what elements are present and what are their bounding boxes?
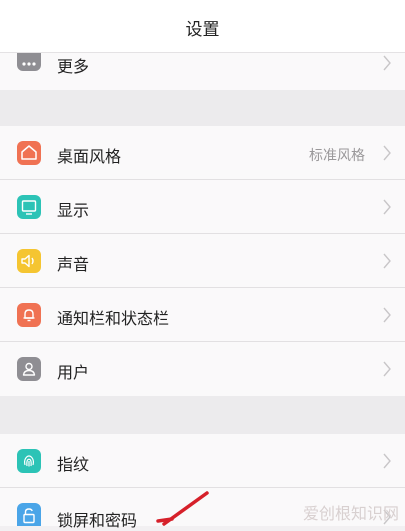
- settings-item-fingerprint[interactable]: 指纹: [0, 434, 405, 488]
- settings-item-value: 标准风格: [309, 148, 365, 164]
- settings-item-user[interactable]: 用户: [0, 342, 405, 396]
- settings-item-notification[interactable]: 通知栏和状态栏: [0, 288, 405, 342]
- fingerprint-icon: [17, 449, 41, 473]
- settings-item-sound[interactable]: 声音: [0, 234, 405, 288]
- top-bar: 设置: [0, 0, 405, 53]
- chevron-right-icon: [381, 54, 393, 72]
- chevron-right-icon: [381, 198, 393, 216]
- settings-item-label: 通知栏和状态栏: [57, 309, 170, 328]
- bell-icon: [17, 303, 41, 327]
- user-icon: [17, 357, 41, 381]
- page-title: 设置: [185, 20, 220, 40]
- section-gap: [0, 396, 405, 434]
- settings-item-label: 指纹: [57, 455, 90, 474]
- settings-item-label: 用户: [57, 363, 90, 382]
- chevron-right-icon: [381, 144, 393, 162]
- settings-item-label: 更多: [57, 57, 90, 76]
- display-icon: [17, 195, 41, 219]
- settings-item-desktop-style[interactable]: 桌面风格 标准风格: [0, 126, 405, 180]
- chevron-right-icon: [381, 452, 393, 470]
- settings-item-more[interactable]: 更多: [0, 53, 405, 90]
- settings-item-display[interactable]: 显示: [0, 180, 405, 234]
- settings-item-label: 桌面风格: [57, 147, 122, 166]
- chevron-right-icon: [381, 252, 393, 270]
- annotation-arrow: [150, 488, 220, 526]
- lock-icon: [17, 503, 41, 526]
- settings-item-label: 锁屏和密码: [57, 511, 138, 530]
- chevron-right-icon: [381, 360, 393, 378]
- watermark: 爱创根知识网: [302, 504, 399, 523]
- chevron-right-icon: [381, 306, 393, 324]
- settings-item-label: 显示: [57, 201, 90, 220]
- more-dots-icon: [17, 53, 41, 71]
- speaker-icon: [17, 249, 41, 273]
- settings-item-label: 声音: [57, 255, 90, 274]
- home-icon: [17, 141, 41, 165]
- section-gap: [0, 90, 405, 126]
